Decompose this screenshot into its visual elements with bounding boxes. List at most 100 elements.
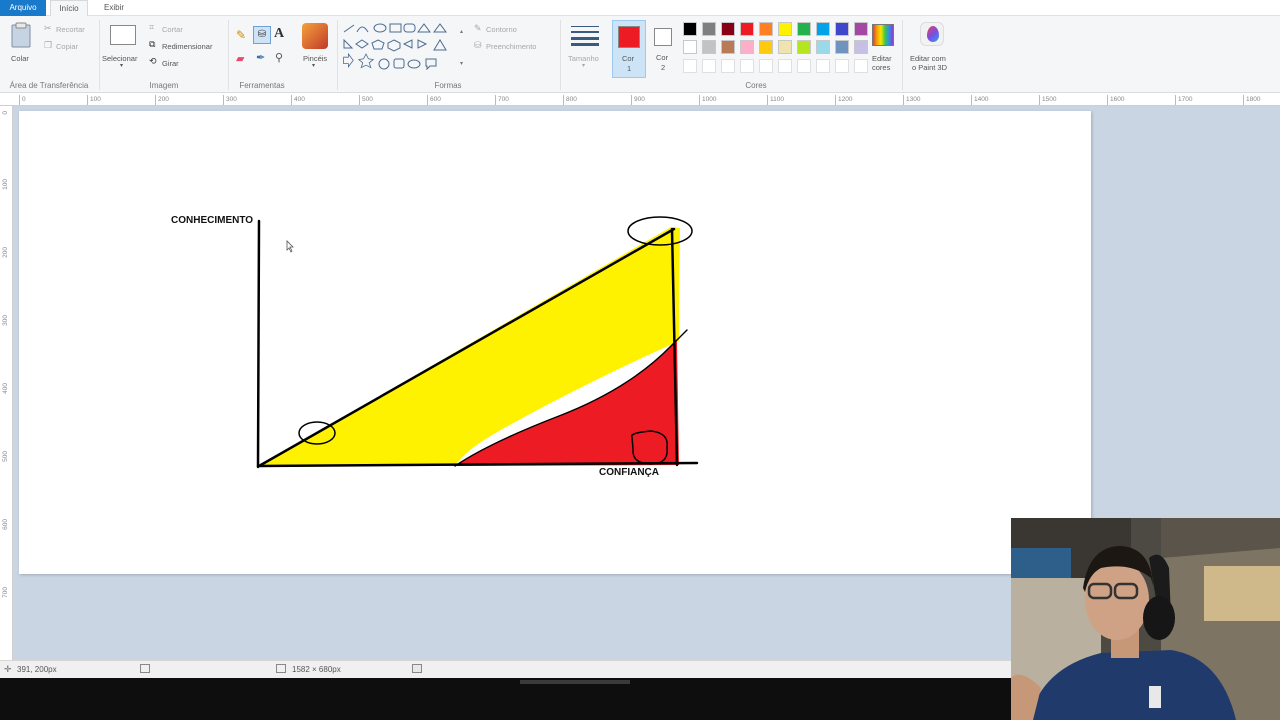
- shapes-group-label: Formas: [434, 81, 462, 90]
- ruler-tick: 700: [495, 95, 509, 105]
- paint3d-label-2: o Paint 3D: [912, 63, 948, 72]
- vertical-ruler: 0 100 200 300 400 500 600 700: [0, 106, 13, 660]
- color1-number: 1: [627, 64, 632, 73]
- cursor-position: 391, 200px: [17, 665, 57, 674]
- palette-swatch-empty[interactable]: [797, 59, 811, 73]
- horizontal-ruler: 0 100 200 300 400 500 600 700 800 900 1000 1100 1200…: [0, 93, 1280, 106]
- pencil-icon[interactable]: ✎: [236, 28, 246, 42]
- ruler-tick: 300: [223, 95, 237, 105]
- palette-swatch[interactable]: [797, 40, 811, 54]
- shapes-gallery-icon: [343, 23, 447, 71]
- ruler-tick: 0: [2, 111, 9, 115]
- chevron-down-icon[interactable]: ▴: [460, 28, 463, 35]
- color2-button[interactable]: Cor 2: [648, 20, 680, 78]
- ruler-tick: 100: [87, 95, 101, 105]
- palette-swatch[interactable]: [854, 22, 868, 36]
- canvas-size: 1582 × 680px: [292, 665, 341, 674]
- chevron-down-icon: ▾: [120, 63, 124, 69]
- color2-label: Cor: [656, 53, 669, 62]
- drawing-canvas[interactable]: CONHECIMENTO CONFIANÇA: [19, 111, 1091, 574]
- ruler-tick: 1100: [767, 95, 784, 105]
- eraser-icon[interactable]: ▰: [236, 52, 244, 65]
- paint3d-icon: [920, 22, 944, 46]
- palette-swatch-empty[interactable]: [683, 59, 697, 73]
- palette-swatch-empty[interactable]: [740, 59, 754, 73]
- crop-label: Cortar: [162, 25, 183, 34]
- magnifier-icon[interactable]: ⚲: [275, 51, 283, 64]
- canvas-size-icon: [276, 664, 286, 673]
- x-axis-label: CONFIANÇA: [599, 467, 659, 478]
- color1-swatch: [618, 26, 640, 48]
- ruler-tick: 700: [2, 587, 9, 598]
- palette-swatch[interactable]: [854, 40, 868, 54]
- ruler-tick: 1300: [903, 95, 920, 105]
- tab-arquivo[interactable]: Arquivo: [0, 0, 46, 16]
- fill-bucket-icon[interactable]: ⛁: [253, 26, 271, 44]
- ruler-tick: 1700: [1175, 95, 1192, 105]
- edit-colors-label-1: Editar: [872, 54, 892, 63]
- color2-swatch: [654, 28, 672, 46]
- palette-swatch-empty[interactable]: [721, 59, 735, 73]
- ruler-tick: 1200: [835, 95, 852, 105]
- crosshair-icon: ✛: [4, 664, 12, 674]
- scissors-icon: ✂: [44, 23, 52, 33]
- palette-swatch[interactable]: [816, 40, 830, 54]
- separator: [902, 20, 903, 90]
- separator: [337, 20, 338, 90]
- palette-swatch[interactable]: [816, 22, 830, 36]
- copy-label: Copiar: [56, 42, 79, 51]
- y-axis-line: [256, 219, 261, 469]
- text-icon[interactable]: A: [274, 26, 284, 42]
- colors-group-label: Cores: [745, 81, 767, 90]
- image-group-label: Imagem: [149, 81, 179, 90]
- palette-swatch[interactable]: [721, 40, 735, 54]
- palette-swatch[interactable]: [702, 22, 716, 36]
- palette-swatch[interactable]: [721, 22, 735, 36]
- palette-swatch[interactable]: [778, 22, 792, 36]
- palette-swatch-empty[interactable]: [854, 59, 868, 73]
- chevron-down-icon[interactable]: ▾: [460, 60, 463, 67]
- rotate-icon: ⟲: [149, 56, 157, 66]
- brush-icon: [302, 23, 328, 49]
- palette-swatch-empty[interactable]: [759, 59, 773, 73]
- resize-icon: ⧉: [149, 39, 156, 49]
- color1-button[interactable]: Cor 1: [612, 20, 646, 78]
- palette-swatch-empty[interactable]: [702, 59, 716, 73]
- palette-swatch[interactable]: [683, 40, 697, 54]
- palette-swatch[interactable]: [702, 40, 716, 54]
- separator: [228, 20, 229, 90]
- tab-exibir[interactable]: Exibir: [94, 0, 134, 16]
- color-picker-icon[interactable]: ✒: [256, 51, 265, 64]
- palette-swatch[interactable]: [759, 40, 773, 54]
- ruler-tick: 1000: [699, 95, 716, 105]
- cursor-icon: [286, 240, 294, 253]
- palette-swatch[interactable]: [835, 22, 849, 36]
- palette-swatch[interactable]: [683, 22, 697, 36]
- resize-label: Redimensionar: [162, 42, 213, 51]
- palette-swatch[interactable]: [797, 22, 811, 36]
- webcam-overlay: [1011, 518, 1280, 720]
- drawing: [256, 216, 699, 469]
- palette-swatch[interactable]: [740, 40, 754, 54]
- ruler-tick: 100: [2, 179, 9, 190]
- palette-swatch-empty[interactable]: [835, 59, 849, 73]
- paste-label: Colar: [11, 54, 29, 63]
- tools-group-label: Ferramentas: [239, 81, 285, 90]
- ruler-tick: 1800: [1243, 95, 1260, 105]
- ruler-tick: 1600: [1107, 95, 1124, 105]
- crop-icon: ⌗: [149, 22, 155, 32]
- ruler-tick: 500: [359, 95, 373, 105]
- palette-swatch-empty[interactable]: [778, 59, 792, 73]
- palette-swatch[interactable]: [759, 22, 773, 36]
- shapes-gallery[interactable]: [342, 22, 464, 80]
- separator: [560, 20, 561, 90]
- menu-tab-bar: Arquivo Início Exibir: [0, 0, 1280, 16]
- palette-swatch[interactable]: [835, 40, 849, 54]
- ruler-tick: 400: [291, 95, 305, 105]
- ruler-tick: 300: [2, 315, 9, 326]
- tab-inicio[interactable]: Início: [50, 0, 88, 16]
- palette-swatch[interactable]: [778, 40, 792, 54]
- palette-swatch[interactable]: [740, 22, 754, 36]
- palette-swatch-empty[interactable]: [816, 59, 830, 73]
- ruler-tick: 600: [427, 95, 441, 105]
